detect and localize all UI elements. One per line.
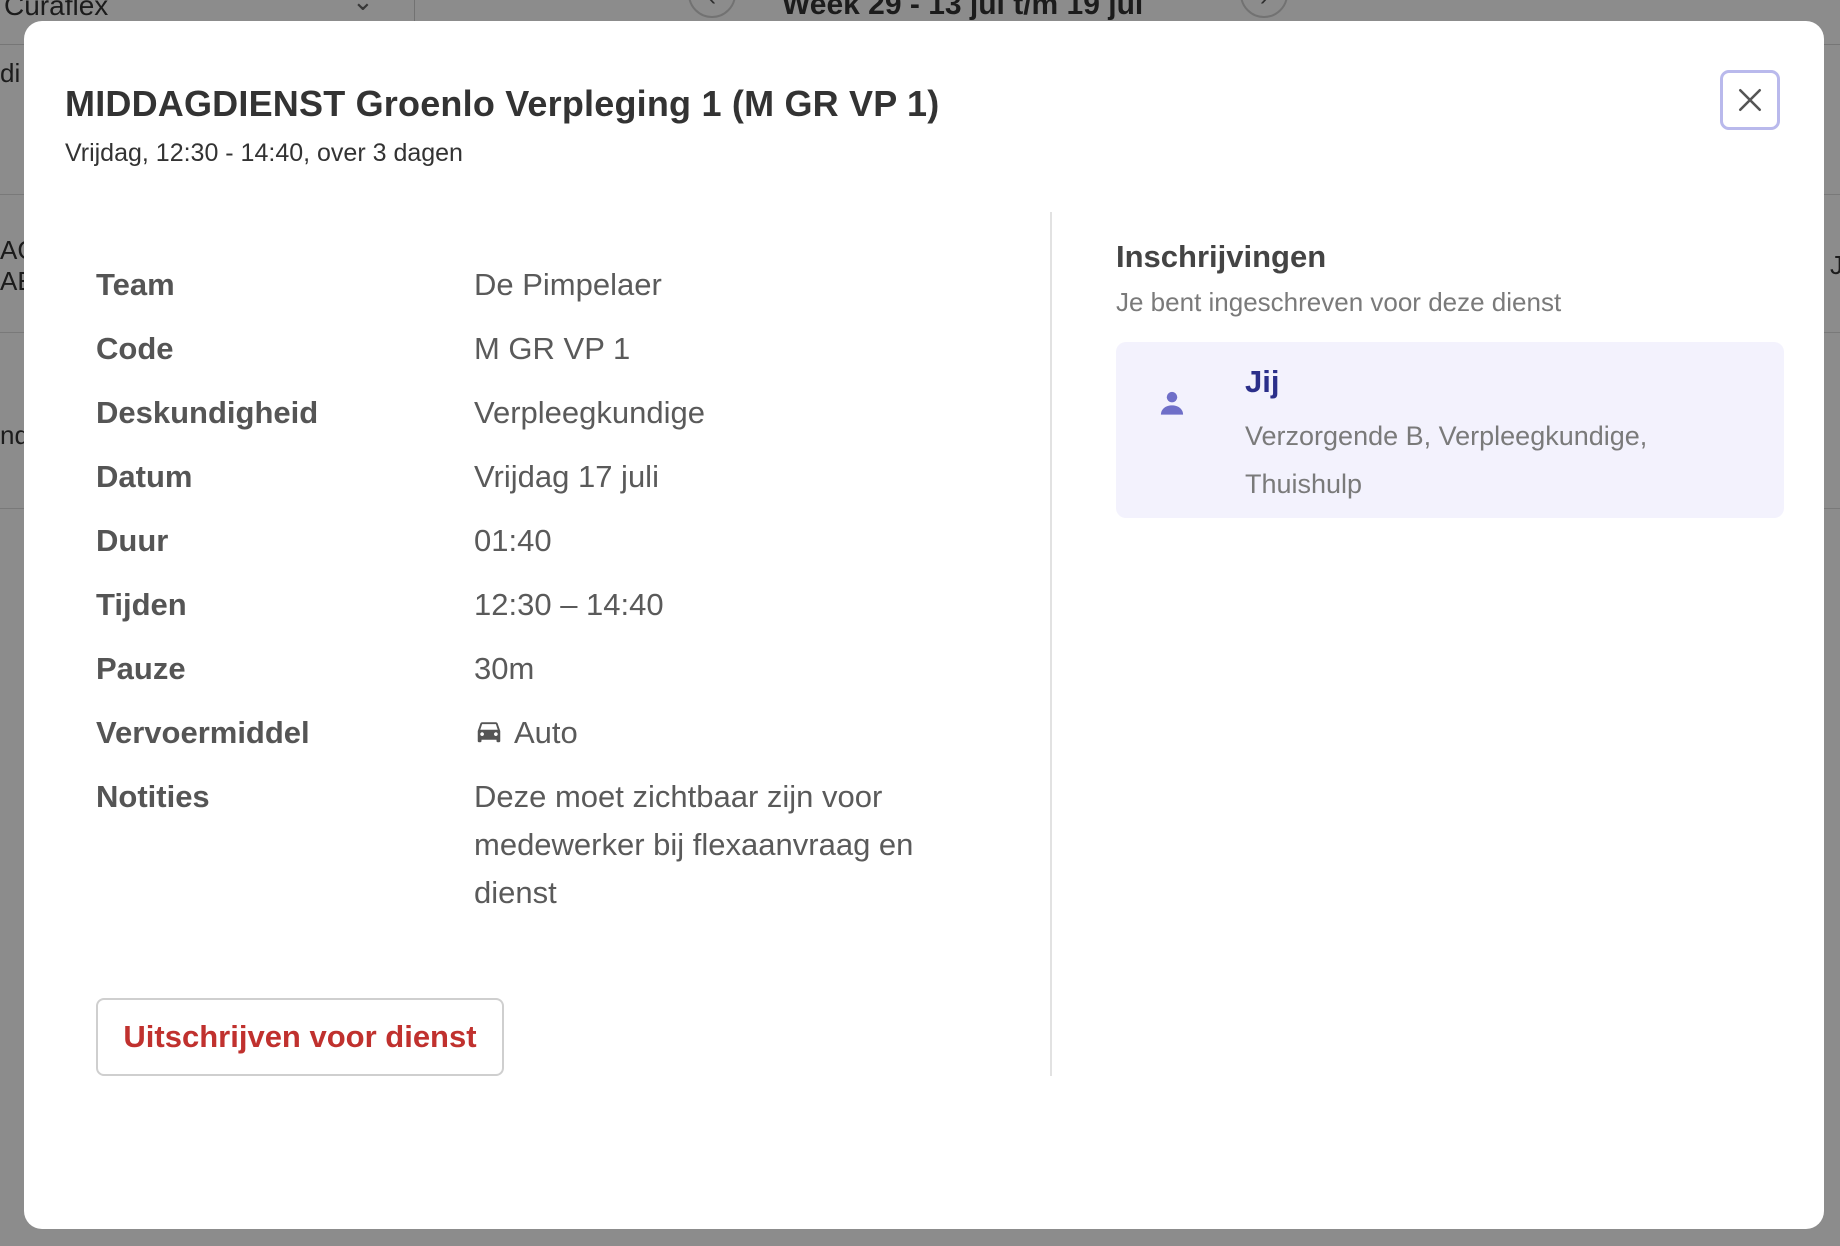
enrollment-name: Jij — [1245, 364, 1280, 399]
shift-detail-modal: MIDDAGDIENST Groenlo Verpleging 1 (M GR … — [24, 21, 1824, 1229]
detail-row-times: Tijden 12:30 – 14:40 — [96, 581, 996, 629]
detail-label: Pauze — [96, 651, 186, 686]
modal-subtitle: Vrijdag, 12:30 - 14:40, over 3 dagen — [65, 139, 463, 167]
column-divider — [1050, 212, 1052, 1076]
detail-row-notes: Notities Deze moet zichtbaar zijn voor m… — [96, 773, 996, 917]
unsubscribe-button[interactable]: Uitschrijven voor dienst — [96, 998, 504, 1076]
detail-label: Datum — [96, 459, 193, 494]
detail-label: Tijden — [96, 587, 187, 622]
close-button[interactable] — [1720, 70, 1780, 130]
enrollment-card: Jij Verzorgende B, Verpleegkundige, Thui… — [1116, 342, 1784, 518]
detail-value: Deze moet zichtbaar zijn voor medewerker… — [474, 779, 914, 910]
detail-row-break: Pauze 30m — [96, 645, 996, 693]
detail-row-duration: Duur 01:40 — [96, 517, 996, 565]
detail-label: Code — [96, 331, 174, 366]
detail-row-expertise: Deskundigheid Verpleegkundige — [96, 389, 996, 437]
detail-row-transport: Vervoermiddel Auto — [96, 709, 996, 757]
detail-value: M GR VP 1 — [474, 331, 631, 366]
enrollment-roles: Verzorgende B, Verpleegkundige, Thuishul… — [1245, 421, 1648, 499]
detail-row-team: Team De Pimpelaer — [96, 261, 996, 309]
detail-label: Vervoermiddel — [96, 715, 310, 750]
detail-value: 30m — [474, 651, 535, 686]
detail-label: Notities — [96, 779, 210, 814]
modal-title: MIDDAGDIENST Groenlo Verpleging 1 (M GR … — [65, 83, 940, 124]
detail-value: De Pimpelaer — [474, 267, 662, 302]
close-icon — [1738, 88, 1762, 112]
person-icon — [1160, 391, 1184, 415]
transport-value: Auto — [514, 715, 578, 750]
enrollments-heading: Inschrijvingen — [1116, 239, 1327, 274]
detail-value: Vrijdag 17 juli — [474, 459, 659, 494]
detail-label: Deskundigheid — [96, 395, 319, 430]
enrollments-panel: Inschrijvingen Je bent ingeschreven voor… — [1116, 221, 1784, 518]
detail-value: 12:30 – 14:40 — [474, 587, 664, 622]
enrollments-subheading: Je bent ingeschreven voor deze dienst — [1116, 287, 1562, 317]
detail-row-code: Code M GR VP 1 — [96, 325, 996, 373]
detail-value: 01:40 — [474, 523, 552, 558]
detail-row-date: Datum Vrijdag 17 juli — [96, 453, 996, 501]
detail-label: Team — [96, 267, 175, 302]
detail-label: Duur — [96, 523, 169, 558]
car-icon — [477, 722, 501, 743]
shift-details-list: Team De Pimpelaer Code M GR VP 1 Deskund… — [96, 261, 996, 933]
detail-value: Verpleegkundige — [474, 395, 705, 430]
detail-value-transport: Auto — [474, 709, 974, 757]
